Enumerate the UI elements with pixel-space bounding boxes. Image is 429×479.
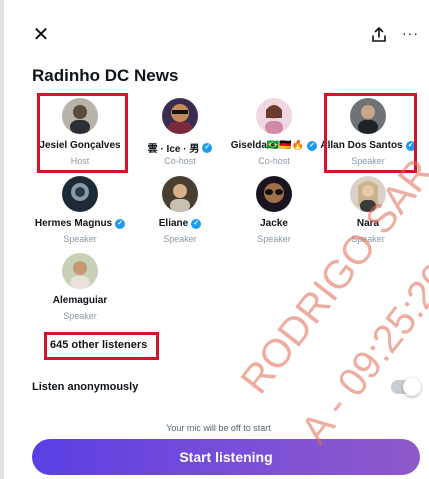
- participant-name-row: Jesiel Gonçalves: [32, 140, 128, 151]
- avatar: [350, 98, 386, 134]
- participant-name: Nara: [356, 218, 380, 229]
- participant-name: Giselda🇧🇷🇩🇪🔥: [230, 140, 305, 151]
- participant-card[interactable]: Jesiel Gonçalves Host: [32, 98, 128, 176]
- verified-badge-icon: ✓: [405, 140, 416, 151]
- participant-name-row: Jacke: [226, 218, 322, 229]
- verified-badge-icon: ✓: [307, 140, 318, 151]
- avatar: [350, 176, 386, 212]
- participant-card[interactable]: Hermes Magnus ✓ Speaker: [32, 176, 128, 254]
- start-listening-button[interactable]: Start listening: [32, 439, 420, 475]
- participant-name: 雲 · Ice · 男: [147, 144, 200, 155]
- participant-name-row: Giselda🇧🇷🇩🇪🔥 ✓: [226, 140, 322, 151]
- participant-name: Alemaguiar: [52, 295, 108, 306]
- avatar: [62, 253, 98, 289]
- participant-name: Eliane: [158, 218, 189, 229]
- participant-role: Host: [70, 156, 90, 166]
- avatar: [256, 176, 292, 212]
- participant-role: Speaker: [351, 234, 385, 244]
- participant-card[interactable]: Giselda🇧🇷🇩🇪🔥 ✓ Co-host: [226, 98, 322, 176]
- listen-anonymously-label: Listen anonymously: [32, 381, 139, 393]
- close-button[interactable]: ✕: [30, 24, 52, 46]
- participant-card[interactable]: 雲 · Ice · 男 ✓ Co-host: [132, 98, 228, 176]
- participant-role: Speaker: [257, 234, 291, 244]
- toggle-knob: [403, 378, 421, 396]
- listen-anonymously-toggle[interactable]: [391, 378, 421, 396]
- avatar: [62, 98, 98, 134]
- participant-role: Speaker: [163, 234, 197, 244]
- participant-name: Hermes Magnus: [34, 218, 113, 229]
- participant-role: Speaker: [63, 234, 97, 244]
- participant-name: Jacke: [260, 218, 288, 229]
- participant-card[interactable]: Allan Dos Santos ✓ Speaker: [320, 98, 416, 176]
- verified-badge-icon: ✓: [115, 218, 126, 229]
- participant-role: Speaker: [351, 156, 385, 166]
- participant-name-row: 雲 · Ice · 男 ✓: [132, 140, 228, 155]
- participant-role: Co-host: [164, 156, 196, 166]
- participant-name-row: Hermes Magnus ✓: [32, 218, 128, 229]
- participant-card[interactable]: Eliane ✓ Speaker: [132, 176, 228, 254]
- avatar: [162, 98, 198, 134]
- participant-card[interactable]: Jacke Speaker: [226, 176, 322, 254]
- participant-card[interactable]: Alemaguiar Speaker: [32, 253, 128, 331]
- space-modal: ✕ ··· Radinho DC News Jesiel Gonçalves H…: [0, 0, 429, 479]
- participant-name: Jesiel Gonçalves: [39, 140, 121, 151]
- participant-name-row: Eliane ✓: [132, 218, 228, 229]
- verified-badge-icon: ✓: [191, 218, 202, 229]
- avatar: [256, 98, 292, 134]
- participant-card[interactable]: Nara Speaker: [320, 176, 416, 254]
- participant-name-row: Allan Dos Santos ✓: [320, 140, 416, 151]
- participant-name-row: Nara: [320, 218, 416, 229]
- listener-count: 645 other listeners: [50, 339, 148, 351]
- avatar: [62, 176, 98, 212]
- participant-role: Co-host: [258, 156, 290, 166]
- more-options-button[interactable]: ···: [402, 26, 424, 44]
- participant-name: Allan Dos Santos: [320, 140, 403, 151]
- participant-role: Speaker: [63, 311, 97, 321]
- verified-badge-icon: ✓: [202, 142, 213, 153]
- avatar: [162, 176, 198, 212]
- participant-name-row: Alemaguiar: [32, 295, 128, 306]
- share-icon[interactable]: [370, 26, 388, 44]
- mic-off-note: Your mic will be off to start: [166, 423, 271, 433]
- modal-header: ✕ ···: [4, 0, 429, 60]
- space-title: Radinho DC News: [32, 66, 179, 85]
